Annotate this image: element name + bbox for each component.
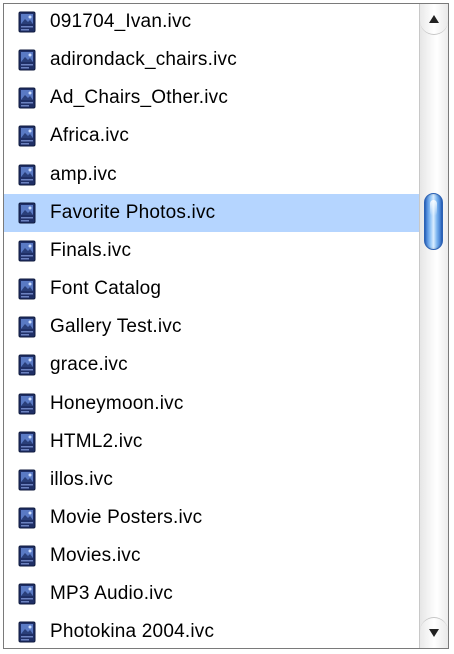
list-item-label: 091704_Ivan.ivc <box>50 11 192 32</box>
list-item-label: Photokina 2004.ivc <box>50 621 215 643</box>
list-item[interactable]: Honeymoon.ivc <box>4 385 419 423</box>
scroll-up-arrow-icon <box>429 15 439 23</box>
vertical-scrollbar[interactable] <box>419 4 448 648</box>
iview-catalog-icon <box>18 202 36 224</box>
list-item-label: HTML2.ivc <box>50 430 143 452</box>
iview-catalog-icon <box>18 87 36 109</box>
file-list-box[interactable]: 091704_Ivan.ivc adirondack_chairs.ivc Ad… <box>3 3 449 649</box>
iview-catalog-icon <box>18 11 36 33</box>
list-item[interactable]: illos.ivc <box>4 461 419 499</box>
scroll-track[interactable] <box>420 35 448 617</box>
list-item-label: Finals.ivc <box>50 239 132 261</box>
iview-catalog-icon <box>18 354 36 376</box>
list-item-label: Honeymoon.ivc <box>50 392 184 414</box>
list-item[interactable]: Movies.ivc <box>4 537 419 575</box>
iview-catalog-icon <box>18 393 36 414</box>
list-item[interactable]: 091704_Ivan.ivc <box>4 4 419 41</box>
list-item[interactable]: grace.ivc <box>4 346 419 384</box>
list-item-label: Ad_Chairs_Other.ivc <box>50 87 229 109</box>
file-list: 091704_Ivan.ivc adirondack_chairs.ivc Ad… <box>4 4 419 648</box>
iview-catalog-icon <box>18 49 36 71</box>
scroll-up-button[interactable] <box>420 4 448 35</box>
list-item[interactable]: Gallery Test.ivc <box>4 308 419 346</box>
iview-catalog-icon <box>18 583 36 605</box>
list-item[interactable]: Ad_Chairs_Other.ivc <box>4 79 419 117</box>
list-item-label: Movie Posters.ivc <box>50 506 203 528</box>
iview-catalog-icon <box>18 164 36 186</box>
list-item-label: Africa.ivc <box>50 125 130 147</box>
list-item[interactable]: HTML2.ivc <box>4 423 419 461</box>
scroll-thumb[interactable] <box>424 193 443 250</box>
list-item-label: Favorite Photos.ivc <box>50 201 216 223</box>
list-item[interactable]: adirondack_chairs.ivc <box>4 41 419 79</box>
list-item-label: Font Catalog <box>50 278 162 300</box>
iview-catalog-icon <box>18 621 36 643</box>
list-item[interactable]: MP3 Audio.ivc <box>4 575 419 613</box>
iview-catalog-icon <box>18 240 36 262</box>
list-item[interactable]: amp.ivc <box>4 156 419 194</box>
scroll-down-arrow-icon <box>429 629 439 637</box>
scroll-down-button[interactable] <box>420 617 448 648</box>
iview-catalog-icon <box>18 125 36 147</box>
list-item-label: Movies.ivc <box>50 545 141 567</box>
list-item[interactable]: Movie Posters.ivc <box>4 499 419 537</box>
list-item[interactable]: Africa.ivc <box>4 117 419 155</box>
iview-catalog-icon <box>18 431 36 453</box>
list-item-label: adirondack_chairs.ivc <box>50 49 237 71</box>
list-item[interactable]: Font Catalog <box>4 270 419 308</box>
list-item[interactable]: Photokina 2004.ivc <box>4 613 419 648</box>
iview-catalog-icon <box>18 469 36 491</box>
iview-catalog-icon <box>18 545 36 567</box>
list-item[interactable]: Finals.ivc <box>4 232 419 270</box>
list-item-label: MP3 Audio.ivc <box>50 583 173 605</box>
list-item-label: Gallery Test.ivc <box>50 316 182 338</box>
iview-catalog-icon <box>18 316 36 338</box>
list-item-label: amp.ivc <box>50 163 117 185</box>
list-item-label: grace.ivc <box>50 354 128 376</box>
iview-catalog-icon <box>18 507 36 529</box>
list-item-label: illos.ivc <box>50 468 114 490</box>
list-item-selected[interactable]: Favorite Photos.ivc <box>4 193 419 232</box>
iview-catalog-icon <box>18 278 36 300</box>
